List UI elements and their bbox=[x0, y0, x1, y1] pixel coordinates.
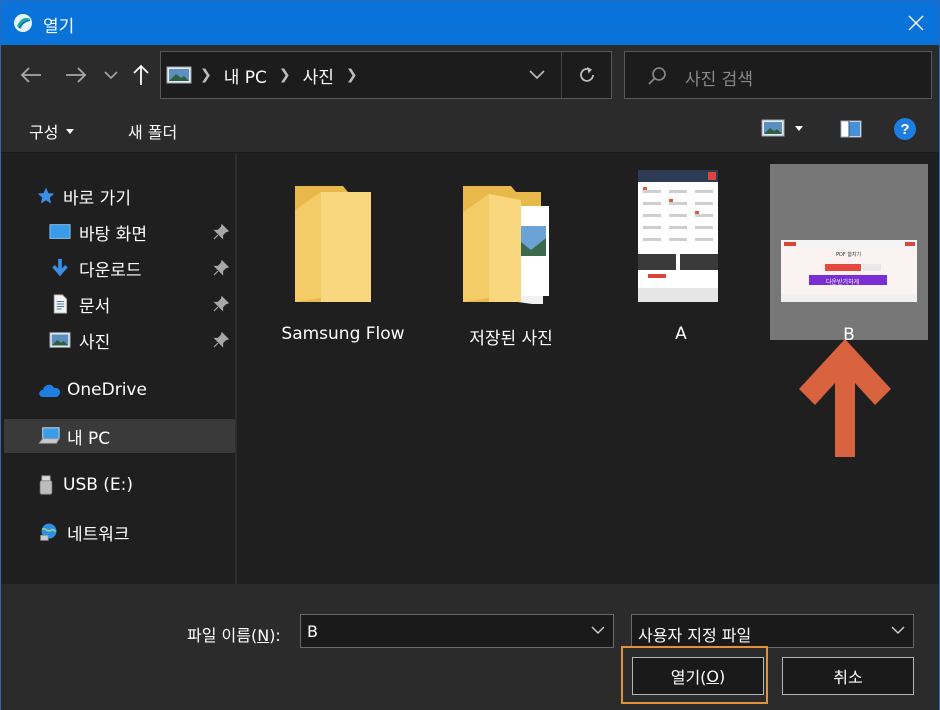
annotation-arrow-icon bbox=[799, 339, 891, 457]
sidebar-item-this-pc[interactable]: 내 PC bbox=[4, 419, 235, 453]
network-icon bbox=[40, 523, 57, 541]
forward-button[interactable] bbox=[64, 63, 88, 87]
cancel-button[interactable]: 취소 bbox=[782, 657, 914, 695]
search-icon bbox=[648, 67, 666, 85]
help-icon[interactable]: ? bbox=[893, 117, 917, 141]
chevron-down-icon[interactable] bbox=[591, 625, 605, 635]
svg-text:?: ? bbox=[900, 121, 909, 138]
organize-label: 구성 bbox=[29, 123, 59, 142]
desktop-icon bbox=[49, 224, 71, 239]
file-item-image-a[interactable]: A bbox=[602, 164, 760, 344]
star-icon bbox=[37, 187, 55, 204]
address-divider bbox=[561, 52, 562, 98]
chevron-down-icon bbox=[104, 71, 118, 80]
organize-button[interactable]: 구성 bbox=[29, 119, 75, 143]
filetype-select[interactable]: 사용자 지정 파일 bbox=[631, 614, 914, 648]
pictures-icon bbox=[49, 332, 71, 348]
arrow-right-icon bbox=[66, 67, 87, 83]
image-thumbnail-a bbox=[638, 170, 718, 302]
sidebar-item-desktop[interactable]: 바탕 화면 bbox=[1, 215, 235, 249]
chevron-down-icon bbox=[891, 626, 905, 634]
app-icon bbox=[14, 14, 32, 32]
arrow-left-icon bbox=[20, 67, 41, 83]
sidebar-item-documents[interactable]: 문서 bbox=[1, 287, 235, 321]
breadcrumb-separator: ❯ bbox=[200, 67, 212, 83]
view-options-button[interactable] bbox=[761, 119, 803, 137]
computer-icon bbox=[38, 427, 60, 444]
sidebar-item-usb-drive[interactable]: USB (E:) bbox=[1, 468, 235, 502]
folder-icon bbox=[295, 186, 371, 302]
close-button[interactable] bbox=[893, 1, 939, 45]
sidebar-item-label: 네트워크 bbox=[67, 524, 130, 545]
open-button[interactable]: 열기(O) bbox=[632, 657, 764, 695]
search-placeholder: 사진 검색 bbox=[685, 70, 753, 90]
open-file-dialog: 열기 ❯ 내 PC ❯ 사진 ❯ 사진 검색 구성 새 폴더 ? 바로 가기 바… bbox=[0, 0, 940, 710]
filetype-value: 사용자 지정 파일 bbox=[638, 626, 752, 645]
file-name: Samsung Flow bbox=[281, 324, 405, 344]
pin-icon[interactable] bbox=[213, 260, 229, 276]
search-box[interactable]: 사진 검색 bbox=[624, 51, 932, 99]
sidebar-item-downloads[interactable]: 다운로드 bbox=[1, 251, 235, 285]
preview-pane-icon[interactable] bbox=[840, 120, 862, 138]
sidebar-item-network[interactable]: 네트워크 bbox=[1, 515, 235, 549]
command-bar: 구성 새 폴더 ? bbox=[1, 105, 939, 153]
breadcrumb-this-pc[interactable]: 내 PC bbox=[224, 63, 267, 88]
recent-locations-button[interactable] bbox=[99, 63, 123, 87]
sidebar-item-label: 바탕 화면 bbox=[79, 224, 147, 245]
file-item-image-b[interactable]: PDF 합치기 다운받기하게 B bbox=[770, 164, 928, 345]
close-icon bbox=[908, 15, 924, 31]
new-folder-button[interactable]: 새 폴더 bbox=[128, 119, 177, 143]
refresh-icon[interactable] bbox=[577, 65, 597, 85]
up-button[interactable] bbox=[129, 63, 153, 87]
sidebar-item-onedrive[interactable]: OneDrive bbox=[1, 373, 235, 407]
usb-drive-icon bbox=[39, 475, 53, 495]
caret-down-icon bbox=[66, 128, 75, 134]
filename-label: 파일 이름(N): bbox=[187, 626, 281, 645]
download-icon bbox=[52, 258, 68, 277]
sidebar-item-pictures[interactable]: 사진 bbox=[1, 323, 235, 357]
arrow-up-icon bbox=[133, 64, 149, 85]
back-button[interactable] bbox=[19, 63, 43, 87]
breadcrumb-separator: ❯ bbox=[345, 67, 358, 83]
sidebar-item-label: 문서 bbox=[79, 296, 111, 317]
breadcrumb-pictures[interactable]: 사진 bbox=[303, 63, 334, 88]
pin-icon[interactable] bbox=[213, 332, 229, 348]
sidebar-item-label: 사진 bbox=[79, 332, 111, 353]
file-item-samsung-flow[interactable]: Samsung Flow bbox=[264, 164, 422, 344]
caret-down-icon bbox=[795, 125, 803, 131]
image-thumbnail-b bbox=[781, 240, 917, 302]
address-row: ❯ 내 PC ❯ 사진 ❯ 사진 검색 bbox=[1, 45, 939, 105]
view-icon bbox=[761, 119, 785, 137]
file-name: 저장된 사진 bbox=[469, 329, 553, 349]
file-name: A bbox=[675, 324, 687, 344]
sidebar-item-label: OneDrive bbox=[67, 380, 147, 400]
address-bar[interactable]: ❯ 내 PC ❯ 사진 ❯ bbox=[160, 51, 612, 99]
sidebar-item-label: USB (E:) bbox=[63, 475, 134, 495]
window-title: 열기 bbox=[43, 17, 75, 37]
thumbnail-heading: PDF 합치기 bbox=[836, 252, 862, 258]
navigation-pane: 바로 가기 바탕 화면 다운로드 문서 사진 OneDrive 내 PC USB… bbox=[1, 154, 237, 584]
sidebar-item-label: 다운로드 bbox=[79, 260, 142, 281]
filename-value: B bbox=[307, 622, 318, 641]
document-icon bbox=[53, 294, 68, 314]
dialog-footer: 파일 이름(N): B 사용자 지정 파일 열기(O) 취소 bbox=[1, 584, 939, 710]
file-list: Samsung Flow 저장된 사진 A PDF 합치기 다운받기하게 B bbox=[239, 154, 939, 584]
file-item-saved-pictures[interactable]: 저장된 사진 bbox=[432, 164, 590, 349]
thumbnail-button-text: 다운받기하게 bbox=[826, 279, 860, 286]
folder-with-files-icon bbox=[463, 186, 549, 304]
address-history-chevron-icon[interactable] bbox=[529, 70, 545, 80]
sidebar-item-label: 내 PC bbox=[67, 428, 111, 449]
title-bar: 열기 bbox=[1, 1, 939, 45]
pin-icon[interactable] bbox=[213, 224, 229, 240]
breadcrumb-separator: ❯ bbox=[278, 67, 291, 83]
filename-input[interactable]: B bbox=[300, 614, 614, 648]
cloud-icon bbox=[39, 384, 61, 397]
pin-icon[interactable] bbox=[213, 296, 229, 312]
pictures-icon bbox=[166, 66, 192, 84]
sidebar-item-label: 바로 가기 bbox=[63, 188, 131, 209]
sidebar-item-quick-access[interactable]: 바로 가기 bbox=[1, 179, 235, 213]
